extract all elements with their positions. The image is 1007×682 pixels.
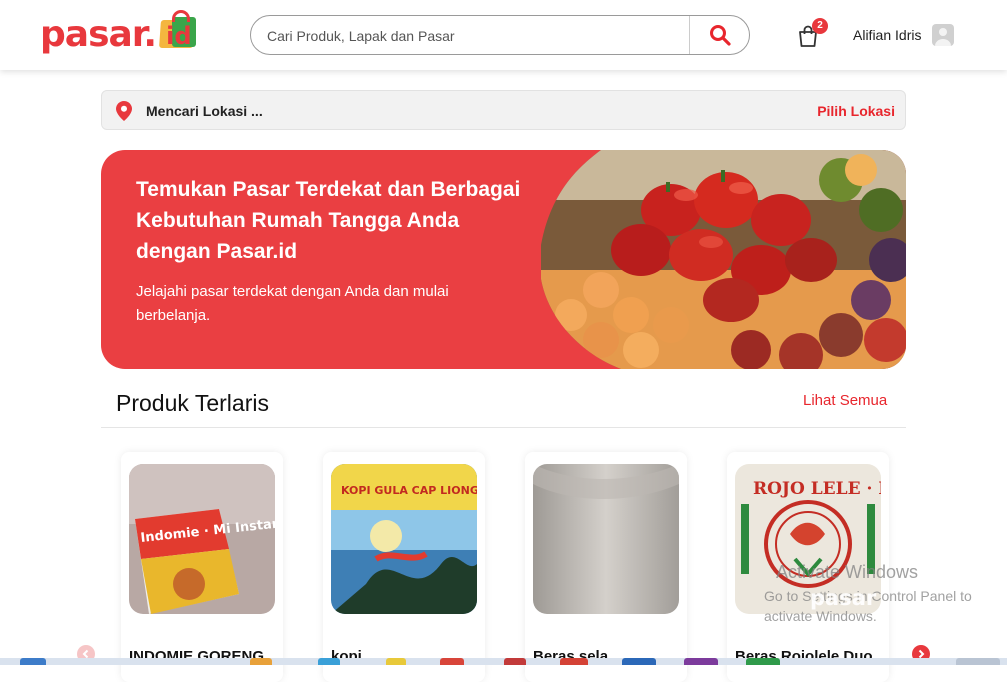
product-image: KOPI GULA CAP LIONG BULAN [331, 464, 477, 614]
cart-count-badge: 2 [812, 18, 828, 34]
shopping-bag-logo-icon: id [158, 10, 198, 50]
image-brand-watermark: pasar [810, 586, 877, 610]
search-icon [709, 25, 731, 46]
taskbar-app-icon[interactable] [504, 658, 526, 665]
user-avatar-icon[interactable] [932, 24, 954, 46]
taskbar-app-icon[interactable] [684, 658, 718, 665]
taskbar-app-icon[interactable] [440, 658, 464, 665]
taskbar-app-icon[interactable] [560, 658, 588, 665]
top-navbar: pasar. id 2 Alifian Idris [0, 0, 1007, 70]
taskbar-app-icon[interactable] [622, 658, 656, 665]
taskbar-app-icon[interactable] [746, 658, 780, 665]
logo-wordmark: pasar. [40, 13, 157, 55]
search-button[interactable] [689, 16, 749, 54]
location-status: Mencari Lokasi ... [146, 103, 263, 119]
see-all-link[interactable]: Lihat Semua [803, 392, 887, 409]
taskbar-app-icon[interactable] [20, 658, 46, 665]
search-bar [250, 15, 750, 55]
product-card-3[interactable]: Beras sela [525, 452, 687, 682]
product-card-2[interactable]: KOPI GULA CAP LIONG BULAN kopi [323, 452, 485, 682]
location-bar: Mencari Lokasi ... Pilih Lokasi [101, 90, 906, 130]
product-image-text: ROJO LELE · DUA ROTI [753, 479, 881, 499]
taskbar-clock[interactable] [956, 658, 1000, 665]
product-image-text: KOPI GULA CAP LIONG BULAN [341, 484, 477, 497]
taskbar-app-icon[interactable] [386, 658, 406, 665]
product-card-1[interactable]: Indomie · Mi Instan · Mi Goreng INDOMIE … [121, 452, 283, 682]
vegetable-market-photo [541, 150, 906, 369]
hero-banner: Temukan Pasar Terdekat dan Berbagai Kebu… [101, 150, 906, 369]
taskbar-app-icon[interactable] [250, 658, 272, 665]
taskbar-app-icon[interactable] [318, 658, 340, 665]
activate-windows-hint: Go to Settings in Control Panel to activ… [764, 588, 972, 624]
os-taskbar [0, 658, 1007, 665]
cart-button[interactable]: 2 [797, 18, 828, 48]
pasar-id-logo[interactable]: pasar. id [40, 10, 198, 56]
activate-windows-watermark: Activate Windows [776, 562, 919, 582]
user-name[interactable]: Alifian Idris [853, 27, 921, 43]
search-input[interactable] [267, 25, 677, 47]
pick-location-link[interactable]: Pilih Lokasi [817, 103, 895, 119]
product-image: Indomie · Mi Instan · Mi Goreng [129, 464, 275, 614]
section-divider [101, 427, 906, 428]
hero-title: Temukan Pasar Terdekat dan Berbagai Kebu… [136, 178, 521, 263]
location-pin-icon [116, 101, 132, 121]
section-title-best-sellers: Produk Terlaris [116, 390, 269, 416]
hero-subtitle: Jelajahi pasar terdekat dengan Anda dan … [136, 283, 449, 324]
logo-suffix: id [166, 22, 192, 50]
product-image [533, 464, 679, 614]
